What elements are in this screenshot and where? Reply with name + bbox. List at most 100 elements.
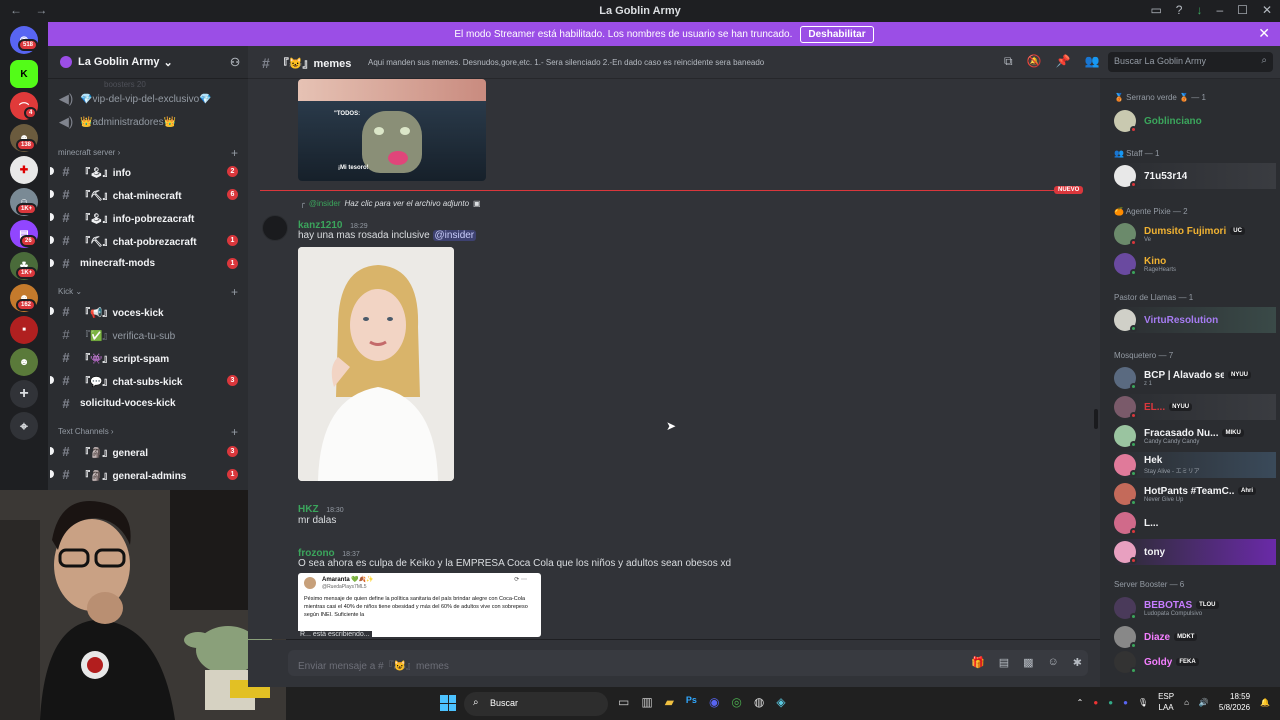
category-minecraft[interactable]: minecraft server › + bbox=[58, 146, 238, 160]
server-icon[interactable]: ☻ bbox=[10, 348, 38, 376]
pin-icon[interactable]: 📌 bbox=[1056, 54, 1071, 69]
server-icon[interactable]: ■ bbox=[10, 316, 38, 344]
add-channel-icon[interactable]: + bbox=[231, 425, 238, 439]
server-icon[interactable]: ✚ bbox=[10, 156, 38, 184]
explore-icon[interactable]: ⌖ bbox=[10, 412, 38, 440]
channel-info-pobrezacraft[interactable]: # 『🕹』info-pobrezacraft bbox=[50, 207, 246, 227]
sticker-icon[interactable]: ▩ bbox=[1023, 656, 1033, 669]
member-item[interactable]: BEBOTAS TLOU Ludopata Compulsivo bbox=[1114, 595, 1276, 621]
disable-streamer-button[interactable]: Deshabilitar bbox=[800, 25, 874, 43]
tweet-embed[interactable]: Amaranta 💚🍂✨ @RuedaPlays7ML5 ⟳ ⋯ Pésimo … bbox=[298, 573, 541, 637]
mention[interactable]: @insider bbox=[432, 230, 477, 241]
member-item[interactable]: Diaze MDKT bbox=[1114, 624, 1276, 650]
add-channel-icon[interactable]: + bbox=[231, 285, 238, 299]
scrollbar-thumb[interactable] bbox=[1094, 409, 1098, 429]
member-item[interactable]: Goblinciano bbox=[1114, 108, 1276, 134]
avatar[interactable] bbox=[262, 215, 288, 241]
start-icon[interactable] bbox=[440, 695, 456, 711]
chevron-up-icon[interactable]: ⌃ bbox=[1077, 698, 1084, 707]
add-channel-icon[interactable]: + bbox=[231, 146, 238, 160]
member-item[interactable]: Goldy FEKA bbox=[1114, 649, 1276, 675]
member-item[interactable]: tony bbox=[1114, 539, 1276, 565]
member-name: Diaze bbox=[1144, 631, 1171, 643]
status-online bbox=[1130, 269, 1137, 276]
members-icon[interactable]: 👥 bbox=[1084, 54, 1099, 69]
add-member-icon[interactable]: ⚇ bbox=[230, 56, 240, 69]
photoshop-icon[interactable]: Ps bbox=[686, 695, 697, 709]
close-window-icon[interactable]: ✕ bbox=[1262, 3, 1272, 17]
member-item[interactable]: VirtuResolution bbox=[1114, 307, 1276, 333]
channel-chat-minecraft[interactable]: # 『⛏』chat-minecraft 6 bbox=[50, 184, 246, 204]
app-icon[interactable]: ▥ bbox=[641, 695, 652, 709]
channel-general-admins[interactable]: # 『🗿』general-admins 1 bbox=[50, 464, 246, 484]
hash-icon: # bbox=[62, 466, 70, 482]
channel-info[interactable]: # 『🕹』info 2 bbox=[50, 161, 246, 181]
photo-attachment[interactable] bbox=[298, 247, 454, 481]
channel-solicitud-voces-kick[interactable]: # solicitud-voces-kick bbox=[56, 393, 246, 413]
channel-script-spam[interactable]: # 『👾』script-spam bbox=[56, 347, 246, 367]
server-kick-icon[interactable]: K bbox=[10, 60, 38, 88]
member-item[interactable]: Dumsito Fujimori UC Ve bbox=[1114, 221, 1276, 247]
volume-icon[interactable]: 🔊 bbox=[1199, 698, 1209, 707]
tray-icon[interactable]: ● bbox=[1108, 698, 1113, 707]
server-header[interactable]: La Goblin Army ⌄ ⚇ bbox=[48, 46, 248, 79]
mute-icon[interactable]: 🔕 bbox=[1027, 54, 1042, 69]
username[interactable]: HKZ bbox=[298, 504, 319, 515]
channel-topic[interactable]: Aqui manden sus memes. Desnudos,gore,etc… bbox=[368, 58, 1008, 67]
embed-menu-icon[interactable]: ⟳ ⋯ bbox=[514, 576, 527, 583]
gif-icon[interactable]: ▤ bbox=[999, 656, 1009, 669]
emoji-icon[interactable]: ☺ bbox=[1048, 656, 1059, 669]
member-item[interactable]: 71u53r14 bbox=[1114, 163, 1276, 189]
taskbar-search[interactable]: ⌕ Buscar bbox=[464, 692, 608, 716]
member-item[interactable]: L... bbox=[1114, 510, 1276, 536]
channel-chat-pobrezacraft[interactable]: # 『⛏』chat-pobrezacraft 1 bbox=[50, 230, 246, 250]
category-text-channels[interactable]: Text Channels › + bbox=[58, 425, 238, 439]
task-view-icon[interactable]: ▭ bbox=[618, 695, 629, 709]
member-group: 🥉 Serrano verde 🥉 — 1 bbox=[1114, 93, 1206, 102]
search-input[interactable]: Buscar La Goblin Army ⌕ bbox=[1108, 52, 1273, 72]
tray-icon[interactable]: ● bbox=[1123, 698, 1128, 707]
meme-image[interactable]: "TODOS: ¡Mi tesoro! bbox=[298, 79, 486, 181]
channel-verifica-tu-sub[interactable]: # 『✅』verifica-tu-sub bbox=[56, 324, 246, 344]
network-icon[interactable]: ⌂ bbox=[1184, 698, 1189, 707]
channel-chat-subs-kick[interactable]: # 『💬』chat-subs-kick 3 bbox=[50, 370, 246, 390]
minimize-icon[interactable]: – bbox=[1216, 3, 1223, 17]
notification-icon[interactable]: 🔔 bbox=[1260, 698, 1270, 707]
channel-admins[interactable]: ◀) 👑administradores👑 bbox=[56, 112, 246, 132]
channel-general[interactable]: # 『🗿』general 3 bbox=[50, 441, 246, 461]
obs-icon[interactable]: ◍ bbox=[754, 695, 764, 709]
help-icon[interactable]: ? bbox=[1176, 3, 1183, 17]
apps-icon[interactable]: ✱ bbox=[1073, 656, 1082, 669]
close-icon[interactable]: ✕ bbox=[1258, 25, 1270, 42]
download-icon[interactable]: ↓ bbox=[1196, 3, 1202, 17]
threads-icon[interactable]: ⧉ bbox=[1004, 54, 1013, 69]
chrome-icon[interactable]: ◎ bbox=[731, 695, 741, 709]
reply-preview[interactable]: ╭ @insider Haz clic para ver el archivo … bbox=[300, 199, 481, 208]
member-item[interactable]: Hek Stay Alive - エミリア bbox=[1114, 452, 1276, 478]
status-dnd bbox=[1130, 412, 1137, 419]
tray-icon[interactable]: ● bbox=[1093, 698, 1098, 707]
unread-dot bbox=[50, 213, 54, 221]
member-item[interactable]: BCP | Alavado se... NYUU z 1 bbox=[1114, 365, 1276, 391]
category-kick[interactable]: Kick ⌄ + bbox=[58, 285, 238, 299]
member-item[interactable]: Fracasado Nu... MIKU Candy Candy Candy bbox=[1114, 423, 1276, 449]
member-item[interactable]: EL... NYUU bbox=[1114, 394, 1276, 420]
gift-icon[interactable]: 🎁 bbox=[971, 656, 985, 669]
member-status-text: z 1 bbox=[1144, 380, 1153, 387]
mic-icon[interactable]: 🎙 bbox=[1138, 698, 1148, 707]
add-server-icon[interactable]: + bbox=[10, 380, 38, 408]
member-item[interactable]: Kino RageHearts bbox=[1114, 251, 1276, 277]
maximize-icon[interactable]: ☐ bbox=[1237, 3, 1248, 17]
inbox-icon[interactable]: ▭ bbox=[1150, 3, 1161, 17]
message-input[interactable]: Enviar mensaje a #『😺』memes bbox=[288, 650, 1088, 676]
language-indicator[interactable]: ESP LAA bbox=[1158, 691, 1174, 713]
discord-taskbar-icon[interactable]: ◉ bbox=[709, 695, 719, 709]
channel-vip[interactable]: ◀) 💎vip-del-vip-del-exclusivo💎 bbox=[56, 89, 246, 109]
channel-minecraft-mods[interactable]: # minecraft-mods 1 bbox=[50, 253, 246, 273]
avatar bbox=[1114, 512, 1137, 535]
member-item[interactable]: HotPants #TeamC... Ahri Never Give Up bbox=[1114, 481, 1276, 507]
clock[interactable]: 18:59 5/8/2026 bbox=[1219, 691, 1250, 713]
channel-voces-kick[interactable]: # 『📢』voces-kick bbox=[50, 301, 246, 321]
app-icon[interactable]: ◈ bbox=[776, 695, 785, 709]
file-explorer-icon[interactable]: ▰ bbox=[665, 695, 674, 709]
